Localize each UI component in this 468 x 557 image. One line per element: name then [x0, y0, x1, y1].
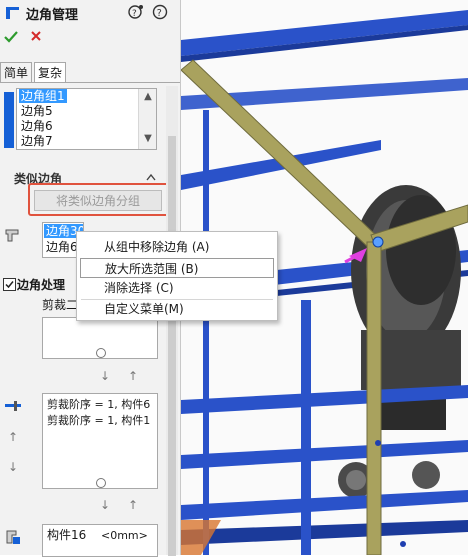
svg-text:?: ?	[157, 8, 162, 19]
svg-text:?: ?	[132, 9, 137, 19]
tab-complex[interactable]: 复杂	[34, 62, 67, 83]
member-icon	[4, 528, 22, 546]
menu-item-remove-corner[interactable]: 从组中移除边角 (A)	[80, 237, 274, 257]
trim-order-icon	[4, 400, 22, 412]
menu-item-customize-menu[interactable]: 自定义菜单(M)	[80, 299, 274, 319]
panel-title: 边角管理	[26, 8, 79, 23]
list-item[interactable]: 剪裁阶序 = 1, 构件1	[47, 414, 150, 428]
list-item[interactable]: 边角6	[21, 119, 53, 133]
cancel-x-icon[interactable]	[30, 30, 42, 42]
resize-handle[interactable]	[96, 348, 106, 358]
group-color-swatch	[4, 92, 14, 148]
move-up-arrow-icon[interactable]: ↑	[128, 369, 138, 383]
trim-label: 剪裁二	[42, 298, 79, 312]
order-up-arrow-icon[interactable]: ↑	[8, 430, 18, 444]
member-value: <0mm>	[101, 529, 148, 542]
move-down-arrow-icon[interactable]: ↓	[100, 369, 110, 383]
list-item[interactable]: 边角6	[46, 240, 78, 254]
corner-management-icon	[5, 6, 21, 20]
tab-divider	[0, 82, 180, 83]
scroll-down-icon[interactable]: ▼	[141, 133, 155, 144]
panel-scrollbar-thumb[interactable]	[168, 136, 176, 556]
corner-selection-icon	[4, 226, 22, 244]
member-list[interactable]: 构件16 <0mm>	[42, 524, 158, 557]
menu-item-clear-selection[interactable]: 消除选择 (C)	[80, 278, 274, 298]
member-text[interactable]: 构件16	[47, 528, 86, 542]
context-menu: 从组中移除边角 (A) 放大所选范围 (B) 消除选择 (C) 自定义菜单(M)	[76, 231, 278, 321]
resize-handle[interactable]	[96, 478, 106, 488]
move-down-arrow-icon[interactable]: ↓	[100, 498, 110, 512]
list-scrollbar[interactable]: ▲ ▼	[138, 89, 156, 149]
help-icon[interactable]: ?	[152, 4, 168, 20]
list-item[interactable]: 边角7	[21, 134, 53, 148]
tab-simple[interactable]: 简单	[0, 62, 33, 83]
corner-treatment-label: 边角处理	[17, 278, 66, 292]
move-up-arrow-icon[interactable]: ↑	[128, 498, 138, 512]
scroll-up-icon[interactable]: ▲	[141, 91, 155, 102]
ok-checkmark-icon[interactable]	[4, 30, 18, 44]
corner-treatment-checkbox[interactable]	[3, 278, 16, 291]
list-item[interactable]: 边角5	[21, 104, 53, 118]
menu-item-zoom-selection[interactable]: 放大所选范围 (B)	[80, 258, 274, 278]
corner-group-list[interactable]: 边角组1 边角5 边角6 边角7 ▲ ▼	[16, 88, 157, 150]
collapse-chevron-icon[interactable]	[146, 170, 156, 184]
list-item[interactable]: 剪裁阶序 = 1, 构件6	[47, 398, 150, 412]
order-down-arrow-icon[interactable]: ↓	[8, 460, 18, 474]
list-item[interactable]: 边角组1	[19, 89, 67, 103]
group-similar-corners-button[interactable]: 将类似边角分组	[34, 190, 162, 211]
trim-order-list[interactable]: 剪裁阶序 = 1, 构件6 剪裁阶序 = 1, 构件1	[42, 393, 158, 489]
detailed-preview-icon[interactable]: ?	[128, 4, 144, 20]
